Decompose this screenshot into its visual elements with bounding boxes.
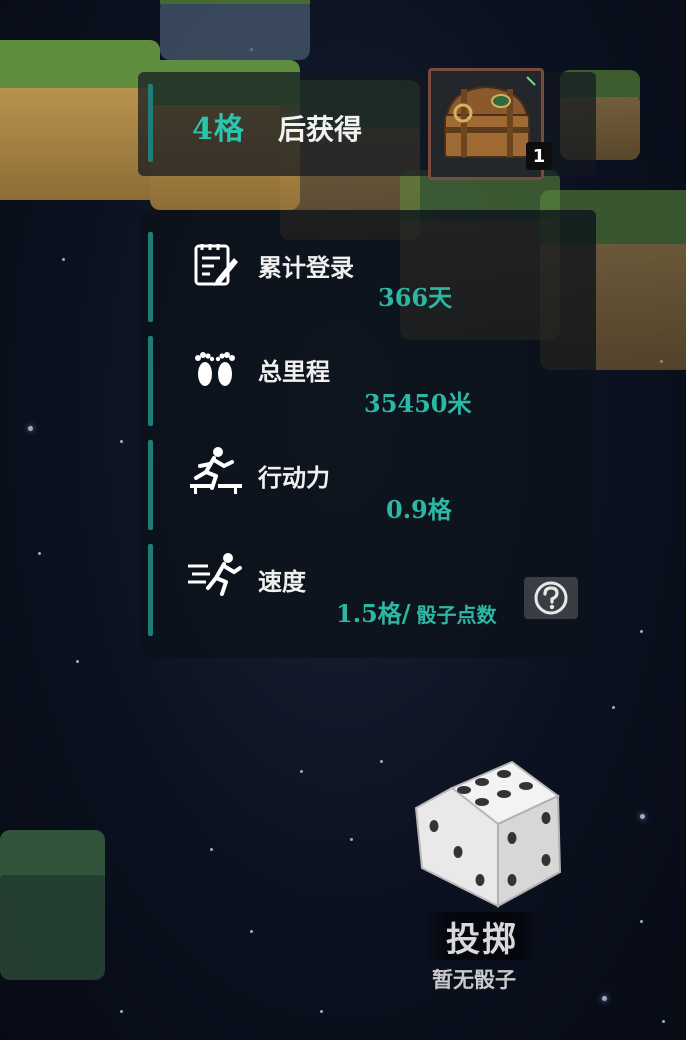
distance-label: 总里程 bbox=[258, 357, 330, 386]
distance-value: 35450米 bbox=[364, 389, 472, 418]
speed-value-number: 1.5格/ bbox=[336, 599, 411, 628]
footprints-icon bbox=[190, 344, 240, 394]
running-fast-icon bbox=[186, 552, 242, 602]
chest-quantity-badge: 1 bbox=[526, 142, 552, 170]
action-value: 0.9格 bbox=[386, 495, 452, 524]
dice-status: 暂无骰子 bbox=[432, 967, 516, 992]
reward-label: 后获得 bbox=[278, 113, 363, 146]
reward-distance: 4格 bbox=[192, 112, 245, 147]
notepad-pencil-icon bbox=[190, 240, 240, 290]
stat-accent-bar bbox=[148, 440, 153, 530]
dice-icon[interactable] bbox=[408, 756, 568, 916]
login-value: 366天 bbox=[378, 283, 453, 312]
stat-accent-bar bbox=[148, 336, 153, 426]
speed-value: 1.5格/骰子点数 bbox=[336, 594, 497, 629]
login-label: 累计登录 bbox=[258, 253, 354, 282]
roll-button[interactable]: 投掷 bbox=[446, 912, 518, 961]
help-button[interactable] bbox=[524, 577, 578, 619]
speed-value-unit: 骰子点数 bbox=[416, 603, 497, 627]
speed-label: 速度 bbox=[258, 567, 306, 596]
reward-accent-bar bbox=[148, 84, 153, 162]
stat-accent-bar bbox=[148, 544, 153, 636]
runner-hurdle-icon bbox=[188, 446, 244, 496]
stat-accent-bar bbox=[148, 232, 153, 322]
action-label: 行动力 bbox=[258, 463, 330, 492]
question-circle-icon bbox=[534, 581, 568, 615]
